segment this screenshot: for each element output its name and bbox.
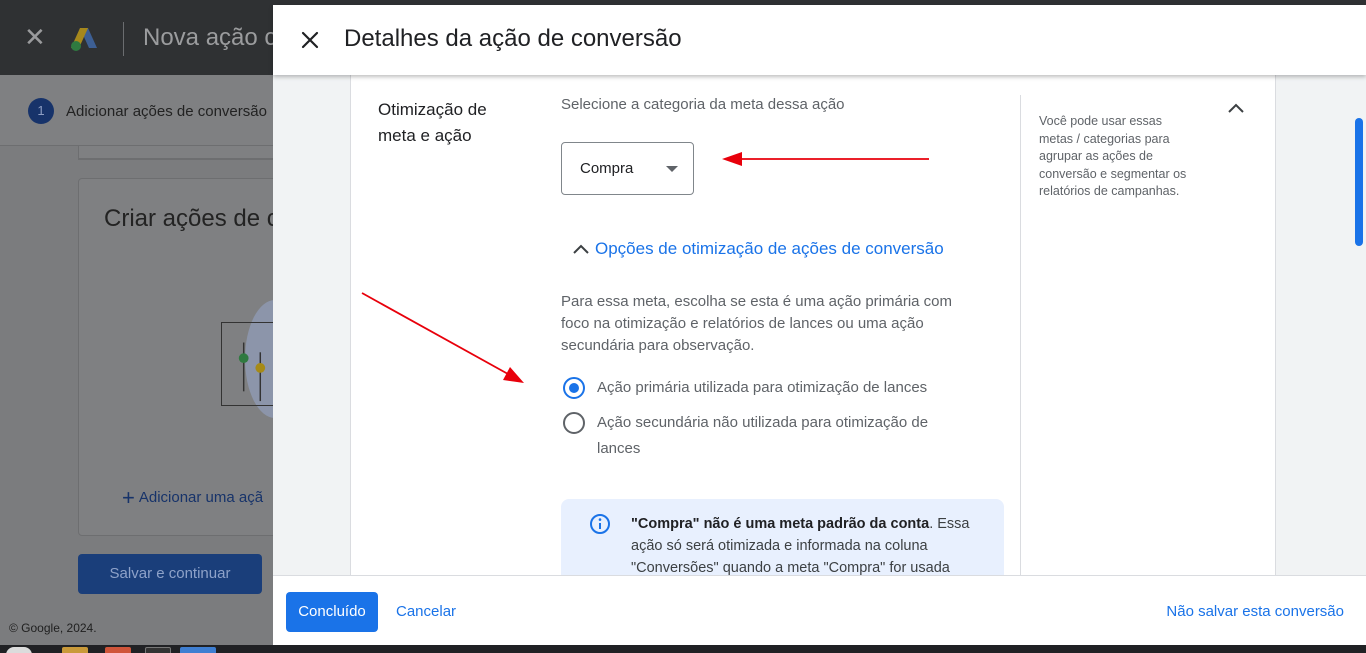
cancel-button[interactable]: Cancelar [396,603,456,620]
google-ads-logo-icon [71,28,97,51]
caret-down-icon [666,166,678,172]
collapse-chevron-up-icon[interactable] [1225,97,1247,119]
panel-footer: Concluído Cancelar Não salvar esta conve… [273,575,1366,645]
optimization-options-toggle[interactable]: Opções de otimização de ações de convers… [571,239,944,259]
plus-icon: + [122,485,135,510]
background-add-action-link[interactable]: + Adicionar uma açã [122,485,263,511]
close-icon[interactable] [297,27,323,53]
done-button[interactable]: Concluído [286,592,378,632]
scrollbar-thumb[interactable] [1355,118,1363,246]
help-divider [1020,95,1021,575]
radio-secondary-label: Ação secundária não utilizada para otimi… [597,414,929,457]
section-label: Otimização de meta e ação [378,100,487,145]
taskbar [0,645,1366,653]
taskbar-app-icon[interactable] [62,647,88,653]
panel-title: Detalhes da ação de conversão [344,25,682,52]
info-icon [590,514,610,534]
background-card-top [78,146,298,160]
taskbar-app-icon[interactable] [145,647,171,653]
illustration-icon [221,322,281,406]
background-copyright: © Google, 2024. [9,621,97,635]
radio-primary-action[interactable]: Ação primária utilizada para otimização … [563,377,967,401]
step-label: Adicionar ações de conversão [66,103,267,120]
optimization-options-description: Para essa meta, escolha se esta é uma aç… [561,293,953,354]
background-save-continue-button[interactable]: Salvar e continuar [78,554,262,594]
taskbar-app-icon[interactable] [6,647,32,653]
panel-header: Detalhes da ação de conversão [273,5,1366,75]
goal-category-value: Compra [580,160,634,177]
dont-save-conversion-button[interactable]: Não salvar esta conversão [1166,603,1344,620]
goal-category-dropdown[interactable]: Compra [561,142,694,195]
radio-primary-label: Ação primária utilizada para otimização … [597,379,928,396]
background-card-title: Criar ações de c [104,205,279,232]
category-hint: Selecione a categoria da meta dessa ação [561,96,845,113]
goal-optimization-section: Otimização de meta e ação Selecione a ca… [350,75,1276,575]
taskbar-app-icon[interactable] [180,647,216,653]
taskbar-app-icon[interactable] [105,647,131,653]
optimization-options-label: Opções de otimização de ações de convers… [595,239,944,258]
conversion-details-panel: Detalhes da ação de conversão Otimização… [273,5,1366,645]
chevron-up-icon [573,244,589,254]
info-callout-text: "Compra" não é uma meta padrão da conta.… [631,513,981,575]
radio-checked-icon[interactable] [563,377,585,399]
radio-unchecked-icon[interactable] [563,412,585,434]
background-close-icon[interactable]: ✕ [24,24,46,50]
step-number-badge: 1 [28,98,54,124]
info-callout-bold: "Compra" não é uma meta padrão da conta [631,516,930,532]
background-title: Nova ação c [143,24,277,51]
help-text: Você pode usar essas metas / categorias … [1039,114,1187,198]
info-callout: "Compra" não é uma meta padrão da conta.… [561,499,1004,575]
background-divider [123,22,124,56]
radio-secondary-action[interactable]: Ação secundária não utilizada para otimi… [563,412,967,462]
